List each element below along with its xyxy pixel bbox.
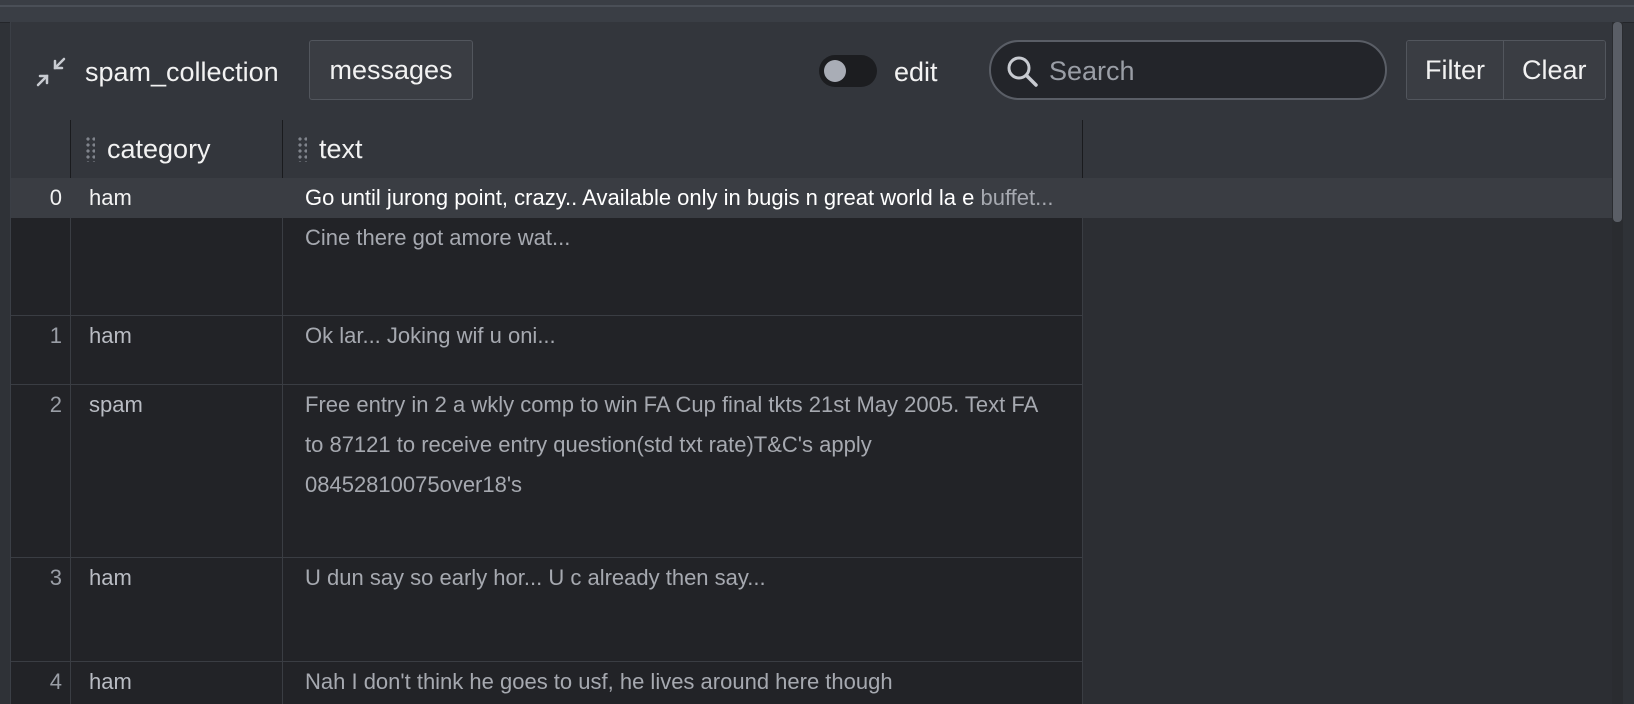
text-cell[interactable]: Ok lar... Joking wif u oni...: [283, 316, 1083, 384]
dataset-title: spam_collection: [85, 57, 279, 87]
text-cell[interactable]: U dun say so early hor... U c already th…: [283, 558, 1083, 661]
divider: [0, 5, 1634, 7]
category-cell[interactable]: ham: [71, 316, 283, 384]
filter-button-group: Filter Clear: [1406, 40, 1606, 100]
text-cell-line: Ok lar... Joking wif u oni...: [305, 323, 556, 348]
toolbar: spam_collection messages edit Filter Cle…: [11, 22, 1623, 121]
scrollbar-thumb[interactable]: [1613, 22, 1622, 222]
filter-button[interactable]: Filter: [1407, 41, 1503, 99]
collapse-icon[interactable]: [31, 52, 71, 92]
clear-button[interactable]: Clear: [1503, 41, 1605, 99]
table-row[interactable]: 4 ham Nah I don't think he goes to usf, …: [11, 662, 1083, 704]
row-index: 1: [11, 316, 71, 384]
row-index: 4: [11, 662, 71, 704]
category-cell[interactable]: ham: [71, 178, 283, 315]
window-top-strip: [0, 0, 1634, 23]
table-row[interactable]: 2 spam Free entry in 2 a wkly comp to wi…: [11, 385, 1083, 558]
search-input[interactable]: [1047, 50, 1371, 92]
grid-header: category text: [11, 120, 1083, 179]
column-header-label: text: [319, 133, 363, 164]
column-header-category[interactable]: category: [71, 120, 283, 178]
category-cell[interactable]: ham: [71, 558, 283, 661]
data-viewer-panel: spam_collection messages edit Filter Cle…: [10, 22, 1623, 704]
row-index: 0: [11, 178, 71, 315]
search-box: [989, 40, 1387, 100]
text-cell-line: Go until jurong point, crazy.. Available…: [305, 185, 975, 210]
drag-handle-icon[interactable]: [297, 136, 307, 162]
row-index: 3: [11, 558, 71, 661]
row-highlight-extension: [1083, 178, 1623, 218]
search-icon: [1007, 56, 1038, 87]
edit-toggle-label: edit: [894, 57, 938, 87]
text-cell-line: Nah I don't think he goes to usf, he liv…: [305, 669, 893, 694]
text-cell[interactable]: Go until jurong point, crazy.. Available…: [283, 178, 1083, 315]
text-cell[interactable]: Free entry in 2 a wkly comp to win FA Cu…: [283, 385, 1083, 557]
column-header-text[interactable]: text: [283, 120, 1083, 178]
table-row[interactable]: 1 ham Ok lar... Joking wif u oni...: [11, 316, 1083, 385]
column-header-label: category: [107, 133, 211, 164]
edit-toggle[interactable]: [819, 55, 877, 87]
text-cell-line: Free entry in 2 a wkly comp to win FA Cu…: [305, 392, 960, 417]
text-cell[interactable]: Nah I don't think he goes to usf, he liv…: [283, 662, 1083, 704]
category-cell[interactable]: spam: [71, 385, 283, 557]
drag-handle-icon[interactable]: [85, 136, 95, 162]
text-cell-line: U dun say so early hor... U c already th…: [305, 565, 766, 590]
header-extension: [1083, 120, 1623, 178]
vertical-scrollbar[interactable]: [1612, 22, 1623, 704]
table-row[interactable]: 0 ham Go until jurong point, crazy.. Ava…: [11, 178, 1083, 316]
table-row[interactable]: 3 ham U dun say so early hor... U c alre…: [11, 558, 1083, 662]
tab-messages[interactable]: messages: [309, 40, 473, 100]
toggle-knob: [824, 60, 846, 82]
index-header: [11, 120, 71, 178]
grid-empty-area: [1083, 120, 1623, 704]
category-cell[interactable]: ham: [71, 662, 283, 704]
row-index: 2: [11, 385, 71, 557]
